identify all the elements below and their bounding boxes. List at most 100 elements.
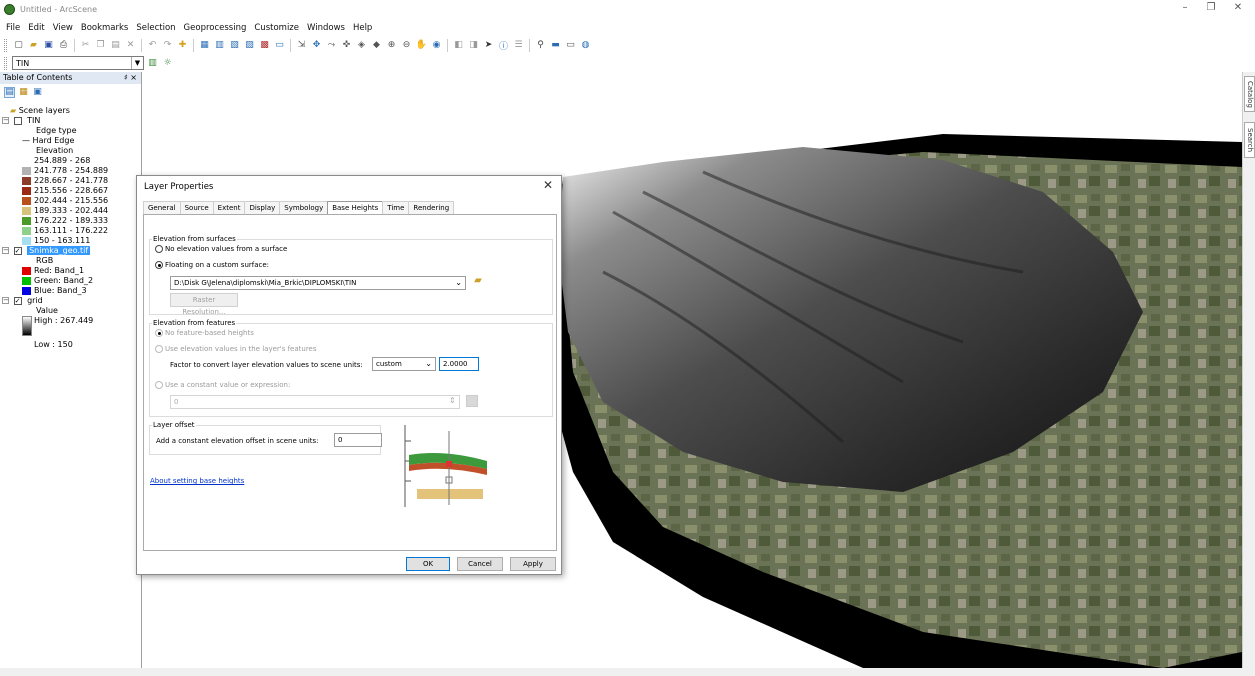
- layer-lighting-icon[interactable]: ☼: [161, 57, 174, 70]
- menu-edit[interactable]: Edit: [28, 23, 44, 33]
- select-features-icon[interactable]: ◧: [452, 39, 465, 52]
- tab-symbology[interactable]: Symbology: [279, 201, 329, 214]
- spin-icon[interactable]: ⇕: [449, 396, 456, 405]
- no-surface-option[interactable]: No elevation values from a surface: [155, 245, 287, 253]
- layer-row-tin[interactable]: − TIN: [0, 116, 141, 126]
- paste-icon[interactable]: ▤: [109, 39, 122, 52]
- list-by-source-icon[interactable]: ▦: [18, 87, 29, 98]
- new-document-icon[interactable]: ▢: [12, 39, 25, 52]
- tab-base-heights[interactable]: Base Heights: [327, 201, 384, 215]
- tab-extent[interactable]: Extent: [212, 201, 246, 214]
- animation-icon[interactable]: ▭: [564, 39, 577, 52]
- html-popup-icon[interactable]: ☰: [512, 39, 525, 52]
- collapse-icon[interactable]: −: [2, 297, 9, 304]
- menu-view[interactable]: View: [53, 23, 73, 33]
- toolbar-grip[interactable]: [4, 56, 7, 70]
- layer-visibility-checkbox[interactable]: ✓: [13, 296, 22, 305]
- radio-button[interactable]: [155, 245, 163, 253]
- identify-icon[interactable]: ⓘ: [497, 39, 510, 52]
- tab-general[interactable]: General: [143, 201, 181, 214]
- copy-icon[interactable]: ❐: [94, 39, 107, 52]
- python-window-icon[interactable]: ▭: [273, 39, 286, 52]
- raster-resolution-button[interactable]: Raster Resolution...: [170, 293, 238, 316]
- menu-help[interactable]: Help: [353, 23, 372, 33]
- minimize-button[interactable]: –: [1175, 2, 1195, 16]
- arctoolbox-icon[interactable]: ▩: [258, 39, 271, 52]
- surface-path-select[interactable]: D:\Disk G\Jelena\diplomski\Mia_Brkic\DIP…: [170, 276, 466, 290]
- factor-unit-select[interactable]: custom ⌄: [372, 357, 436, 371]
- cancel-button[interactable]: Cancel: [457, 557, 503, 571]
- scene-properties-icon[interactable]: ▦: [198, 39, 211, 52]
- close-window-button[interactable]: ✕: [1228, 2, 1248, 16]
- catalog-window-icon[interactable]: ▧: [228, 39, 241, 52]
- zoom-out-icon[interactable]: ⊖: [400, 39, 413, 52]
- measure-icon[interactable]: ▬: [549, 39, 562, 52]
- expression-builder-icon[interactable]: [466, 395, 478, 407]
- factor-value-input[interactable]: 2.0000: [439, 357, 479, 371]
- browse-folder-icon[interactable]: ▰: [471, 275, 485, 289]
- radio-button[interactable]: [155, 381, 163, 389]
- close-icon[interactable]: ✕: [543, 178, 553, 192]
- layer-name-raster[interactable]: Snimka_geo.tif: [27, 246, 91, 255]
- fly-icon[interactable]: ⤳: [325, 39, 338, 52]
- tab-display[interactable]: Display: [244, 201, 281, 214]
- menu-file[interactable]: File: [6, 23, 20, 33]
- collapse-icon[interactable]: −: [2, 117, 9, 124]
- chevron-down-icon[interactable]: ⌄: [425, 358, 432, 370]
- constant-value-input[interactable]: 0: [170, 395, 460, 409]
- list-by-visibility-icon[interactable]: ▣: [32, 87, 43, 98]
- select-elements-icon[interactable]: ➤: [482, 39, 495, 52]
- menu-geoprocessing[interactable]: Geoprocessing: [184, 23, 247, 33]
- radio-button[interactable]: [155, 345, 163, 353]
- use-feature-option[interactable]: Use elevation values in the layer's feat…: [155, 345, 317, 353]
- constant-option[interactable]: Use a constant value or expression:: [155, 381, 290, 389]
- redo-icon[interactable]: ↷: [161, 39, 174, 52]
- chevron-down-icon[interactable]: ▼: [131, 57, 143, 69]
- help-link[interactable]: About setting base heights: [150, 477, 244, 485]
- dock-tab-search[interactable]: Search: [1244, 122, 1255, 158]
- list-by-drawing-order-icon[interactable]: ▤: [4, 86, 15, 98]
- tab-source[interactable]: Source: [179, 201, 214, 214]
- layer-row-raster[interactable]: − ✓ Snimka_geo.tif: [0, 246, 141, 256]
- menu-selection[interactable]: Selection: [136, 23, 175, 33]
- no-feature-option[interactable]: No feature-based heights: [155, 329, 254, 337]
- collapse-icon[interactable]: −: [2, 247, 9, 254]
- delete-icon[interactable]: ✕: [124, 39, 137, 52]
- tab-rendering[interactable]: Rendering: [408, 201, 455, 214]
- full-extent-icon[interactable]: ◉: [430, 39, 443, 52]
- tab-time[interactable]: Time: [382, 201, 410, 214]
- layer-name-tin[interactable]: TIN: [27, 116, 40, 125]
- menu-customize[interactable]: Customize: [254, 23, 299, 33]
- layer-visibility-checkbox[interactable]: ✓: [13, 246, 22, 255]
- restore-button[interactable]: ❐: [1201, 2, 1221, 16]
- pan-icon[interactable]: ✥: [310, 39, 323, 52]
- search-window-icon[interactable]: ▨: [243, 39, 256, 52]
- globe-icon[interactable]: ◍: [579, 39, 592, 52]
- toc-pin-close-icon[interactable]: ♯ ×: [124, 72, 137, 84]
- add-data-icon[interactable]: ✚: [176, 39, 189, 52]
- apply-button[interactable]: Apply: [510, 557, 556, 571]
- navigate-icon[interactable]: ⇲: [295, 39, 308, 52]
- layer-transparency-icon[interactable]: ▥: [146, 57, 159, 70]
- table-of-contents-icon[interactable]: ▥: [213, 39, 226, 52]
- print-icon[interactable]: ⎙: [57, 39, 70, 52]
- clear-selection-icon[interactable]: ◨: [467, 39, 480, 52]
- ok-button[interactable]: OK: [406, 557, 450, 571]
- layer-name-grid[interactable]: grid: [27, 296, 43, 305]
- pan-hand-icon[interactable]: ✋: [415, 39, 428, 52]
- layer-select[interactable]: TIN ▼: [12, 56, 144, 70]
- layer-visibility-checkbox[interactable]: [13, 116, 22, 125]
- layer-row-grid[interactable]: − ✓ grid: [0, 296, 141, 306]
- open-folder-icon[interactable]: ▰: [27, 39, 40, 52]
- toolbar-grip[interactable]: [4, 38, 7, 52]
- scene-layers-row[interactable]: ▰ Scene layers: [0, 106, 141, 116]
- save-icon[interactable]: ▣: [42, 39, 55, 52]
- dock-tab-catalog[interactable]: Catalog: [1244, 76, 1255, 112]
- offset-value-input[interactable]: 0: [334, 433, 382, 447]
- cut-icon[interactable]: ✂: [79, 39, 92, 52]
- center-target-icon[interactable]: ✜: [340, 39, 353, 52]
- find-icon[interactable]: ⚲: [534, 39, 547, 52]
- zoom-in-icon[interactable]: ⊕: [385, 39, 398, 52]
- menu-bookmarks[interactable]: Bookmarks: [81, 23, 129, 33]
- radio-button[interactable]: [155, 261, 163, 269]
